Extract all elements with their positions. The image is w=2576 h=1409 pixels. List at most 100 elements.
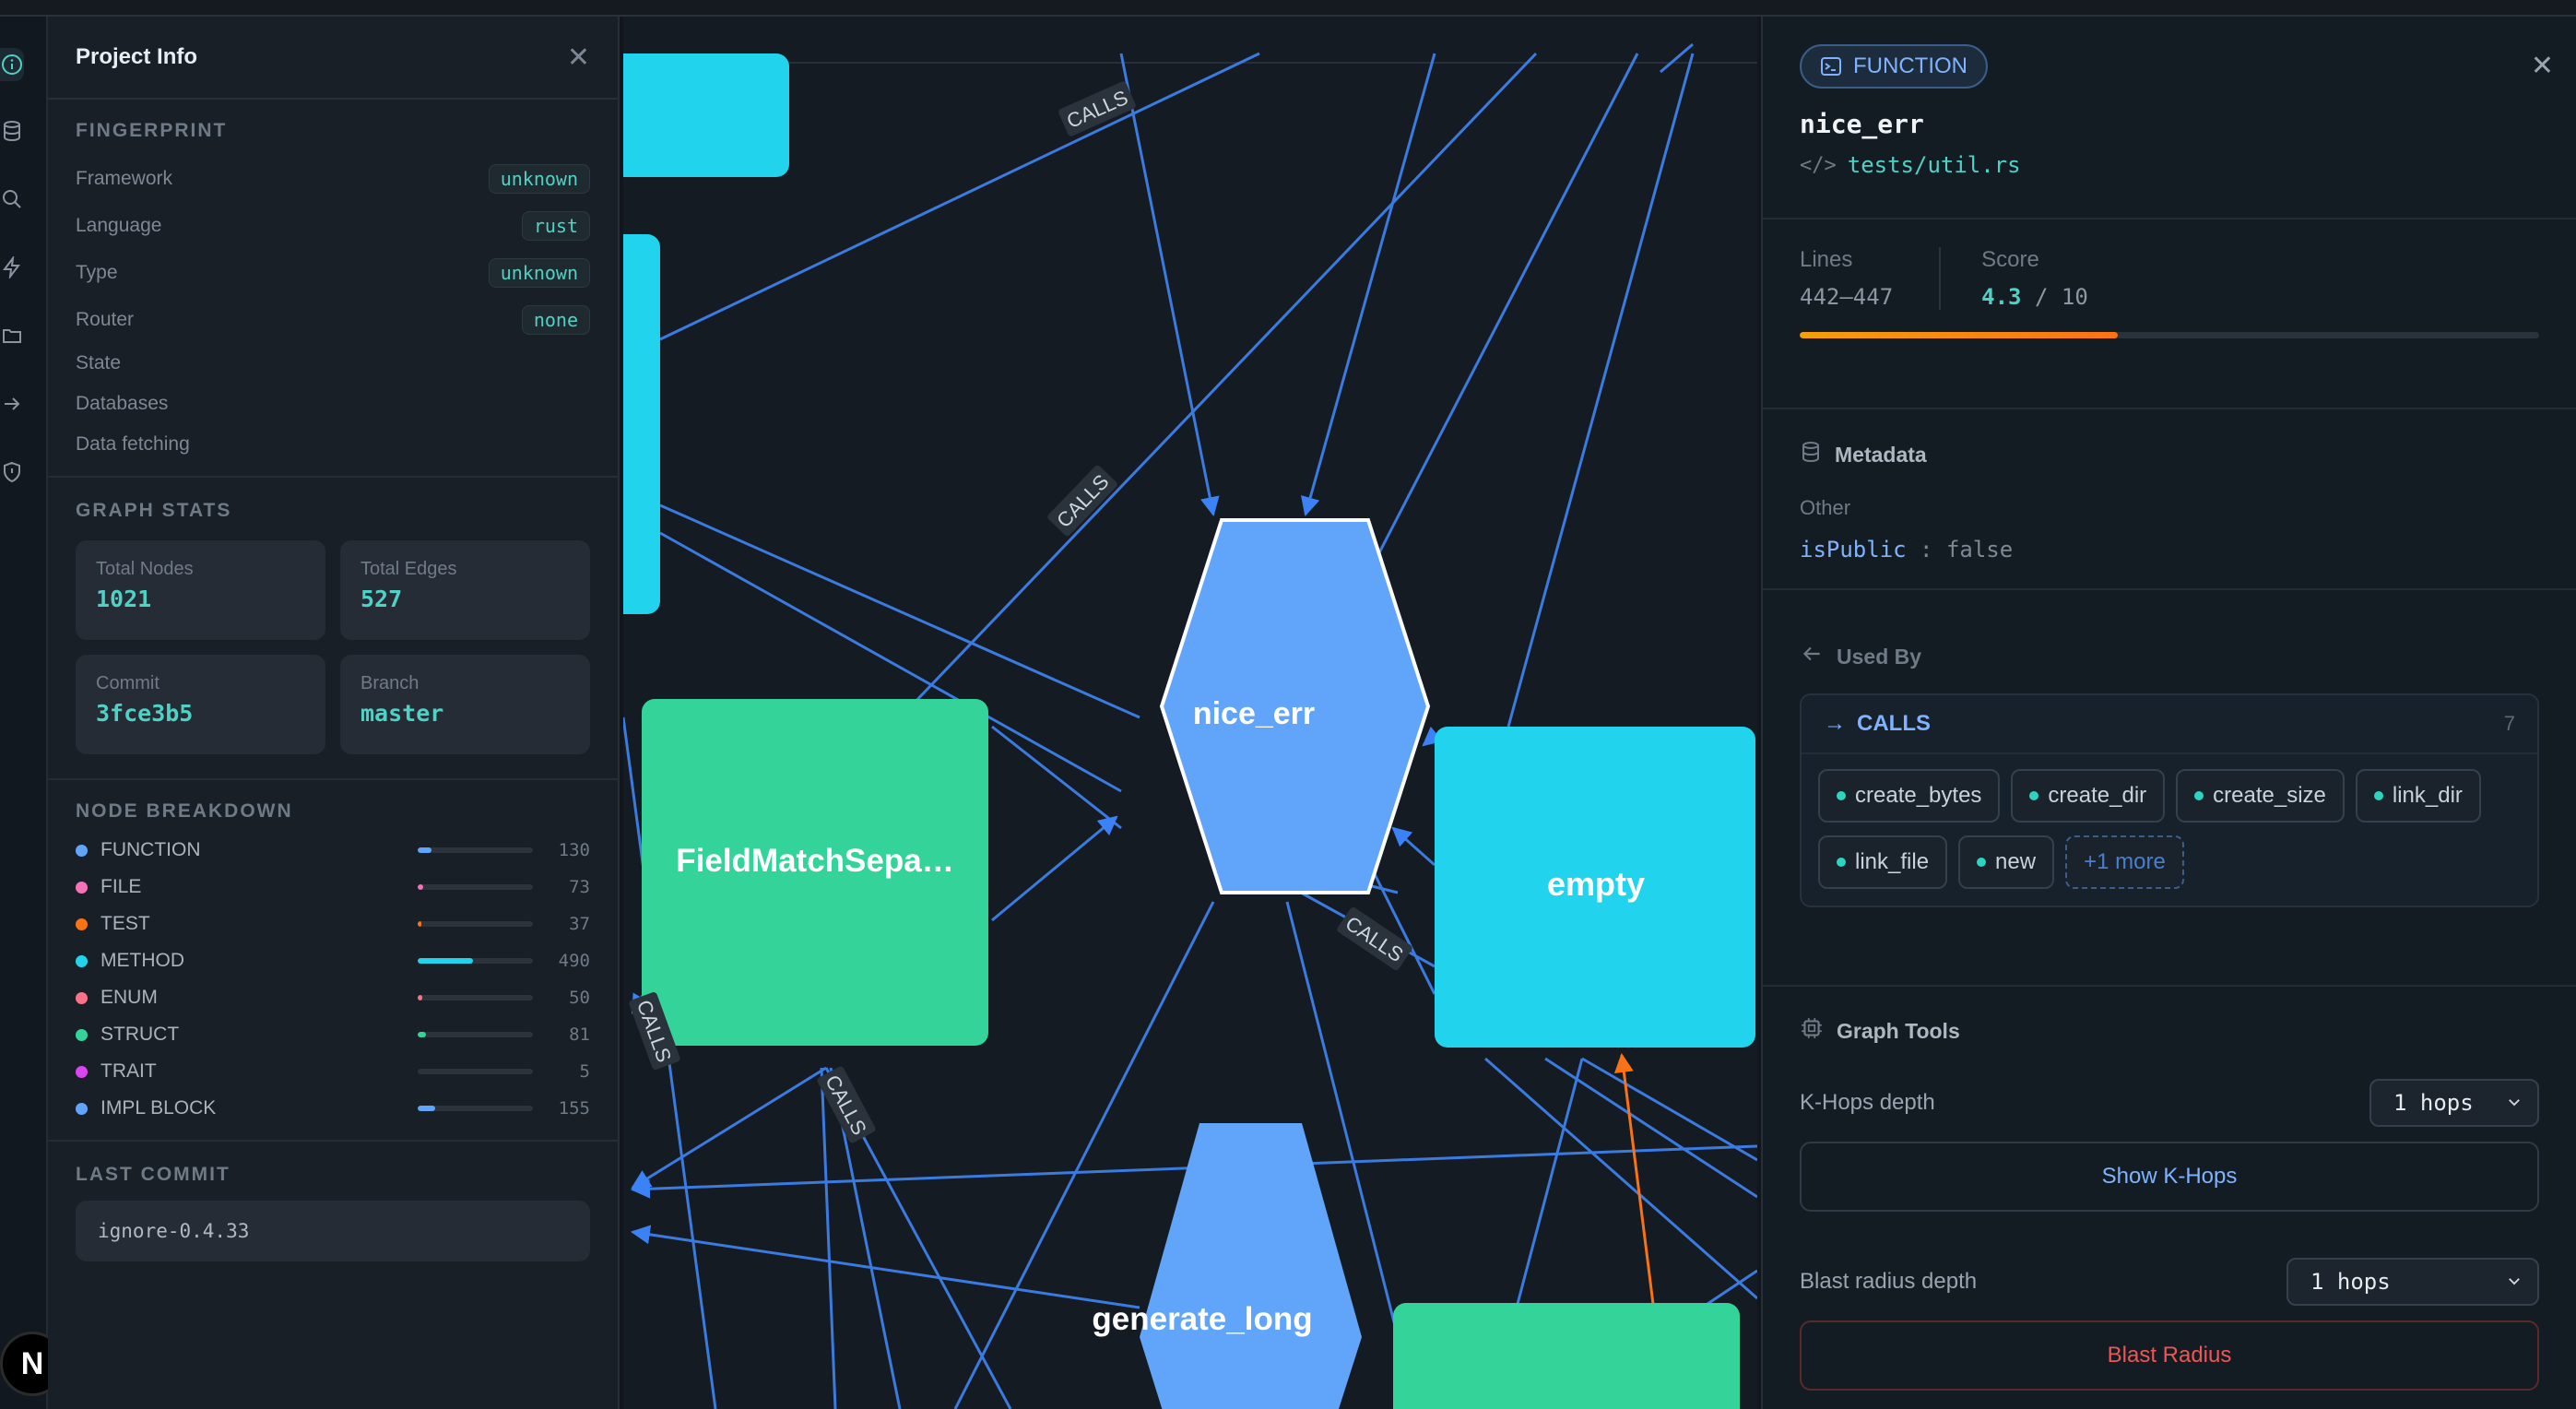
folder-icon[interactable] xyxy=(0,319,24,352)
caller-chip[interactable]: create_bytes xyxy=(1818,769,2001,823)
caller-chip[interactable]: link_file xyxy=(1818,835,1948,889)
graph-edge xyxy=(1581,1057,1757,1162)
breakdown-bar xyxy=(418,921,533,927)
breakdown-bar-fill xyxy=(418,958,473,964)
info-icon[interactable] xyxy=(0,48,24,81)
caller-chip[interactable]: create_dir xyxy=(2011,769,2166,823)
legend-dot xyxy=(76,918,88,930)
edge-label: CALLS xyxy=(1337,906,1412,971)
lightning-icon[interactable] xyxy=(0,251,24,284)
fingerprint-section: FINGERPRINT Framework unknown Language rust… xyxy=(48,100,618,478)
khops-value: 1 hops xyxy=(2393,1090,2474,1116)
graph-edge xyxy=(820,1067,837,1409)
meta-entry: isPublic : false xyxy=(1800,537,2539,562)
caller-chip[interactable]: link_dir xyxy=(2355,769,2481,823)
search-icon[interactable] xyxy=(0,183,24,216)
node-type-label: IMPL BLOCK xyxy=(100,1097,217,1119)
arrow-left-icon xyxy=(1800,642,1824,671)
stat-value: master xyxy=(360,700,444,727)
blast-radius-button[interactable]: Blast Radius xyxy=(1800,1320,2539,1391)
khops-select[interactable]: 1 hops xyxy=(2369,1079,2539,1127)
graph-edge xyxy=(1484,1057,1757,1300)
close-icon[interactable]: ✕ xyxy=(567,41,590,74)
chip-dot xyxy=(2029,791,2039,800)
highlighted-edge xyxy=(1613,1052,1658,1327)
used-by-section: Used By → CALLS 7 create_bytes create_dir c… xyxy=(1763,590,2576,987)
score-label: Score xyxy=(1981,247,2039,272)
graph-node-generate-long[interactable] xyxy=(1140,1123,1362,1409)
node-type-count: 155 xyxy=(558,1098,590,1119)
fingerprint-label: Framework xyxy=(76,167,173,189)
more-callers-chip[interactable]: +1 more xyxy=(2065,835,2184,889)
lines-value: 442–447 xyxy=(1800,284,1894,310)
breakdown-bar xyxy=(418,1106,533,1111)
node-breakdown-row: STRUCT 81 xyxy=(76,1016,590,1053)
breakdown-bar-fill xyxy=(418,995,422,1001)
blast-select[interactable]: 1 hops xyxy=(2286,1258,2539,1306)
fingerprint-label: Type xyxy=(76,261,118,283)
close-icon[interactable]: ✕ xyxy=(2531,50,2554,82)
node-label: generate_long xyxy=(1092,1301,1312,1337)
stat-value: 527 xyxy=(360,586,403,612)
node-type-count: 130 xyxy=(558,840,590,860)
node-breakdown-section: NODE BREAKDOWN FUNCTION 130 FILE 73 TEST 37 ME… xyxy=(48,780,618,1142)
fingerprint-value: unknown xyxy=(488,257,590,288)
node-breakdown-row: TRAIT 5 xyxy=(76,1053,590,1090)
show-khops-button[interactable]: Show K-Hops xyxy=(1800,1142,2539,1212)
node-path[interactable]: </> tests/util.rs xyxy=(1800,152,2539,178)
breakdown-bar xyxy=(418,1069,533,1074)
cpu-icon xyxy=(1800,1016,1824,1046)
caller-chip[interactable]: create_size xyxy=(2176,769,2345,823)
chip-label: create_size xyxy=(2213,783,2326,808)
project-info-panel: Project Info ✕ FINGERPRINT Framework unkn… xyxy=(48,17,620,1409)
share-icon[interactable] xyxy=(0,387,24,420)
node-type-badge: FUNCTION xyxy=(1800,44,1988,89)
legend-dot xyxy=(76,1102,88,1115)
fingerprint-label: Router xyxy=(76,308,135,330)
node-details-panel: FUNCTION ✕ nice_err </> tests/util.rs Li… xyxy=(1761,17,2576,1409)
chevron-down-icon xyxy=(2506,1090,2523,1116)
total-nodes-card: Total Nodes 1021 xyxy=(76,540,325,640)
legend-dot xyxy=(76,954,88,967)
chevron-down-icon xyxy=(2506,1269,2523,1295)
graph-canvas[interactable]: nice_err FieldMatchSepa… empty generate_… xyxy=(623,17,1757,1409)
node-breakdown-list: FUNCTION 130 FILE 73 TEST 37 METHOD 490 ENUM 50 ST… xyxy=(76,832,590,1127)
stats-grid: Total Nodes 1021 Total Edges 527 Commit … xyxy=(76,540,590,754)
calls-group-header[interactable]: → CALLS 7 xyxy=(1802,695,2537,754)
legend-dot xyxy=(76,991,88,1004)
legend-dot xyxy=(76,881,88,894)
node-type-count: 5 xyxy=(579,1061,590,1082)
blast-label: Blast radius depth xyxy=(1800,1269,1978,1294)
legend-dot xyxy=(76,1065,88,1078)
node-label: nice_err xyxy=(1193,696,1315,731)
database-icon[interactable] xyxy=(0,114,24,148)
shield-icon[interactable] xyxy=(0,456,24,489)
node-breakdown-row: ENUM 50 xyxy=(76,979,590,1016)
fingerprint-label: Data fetching xyxy=(76,433,190,455)
graph-node-partial[interactable] xyxy=(1393,1303,1740,1409)
fingerprint-row: Router none xyxy=(76,296,590,343)
fingerprint-label: Databases xyxy=(76,393,169,414)
legend-dot xyxy=(76,844,88,857)
node-label: FieldMatchSepa… xyxy=(676,843,953,879)
graph-node-partial[interactable] xyxy=(623,234,660,614)
node-type-label: STRUCT xyxy=(100,1024,180,1045)
calls-count: 7 xyxy=(2503,712,2515,735)
graph-edge xyxy=(1391,826,1436,867)
caller-chip[interactable]: new xyxy=(1958,835,2055,889)
node-type-count: 73 xyxy=(569,877,590,897)
node-breakdown-row: METHOD 490 xyxy=(76,942,590,979)
fingerprint-row: Framework unknown xyxy=(76,155,590,202)
stat-label: Branch xyxy=(360,673,419,693)
blast-value: 1 hops xyxy=(2310,1269,2391,1295)
node-type-count: 37 xyxy=(569,914,590,934)
tools-heading: Graph Tools xyxy=(1837,1018,1960,1043)
node-breakdown-row: TEST 37 xyxy=(76,906,590,942)
graph-svg[interactable]: nice_err FieldMatchSepa… empty generate_… xyxy=(623,17,1757,1409)
fingerprint-value: none xyxy=(521,304,590,335)
total-edges-card: Total Edges 527 xyxy=(340,540,590,640)
breakdown-bar xyxy=(418,958,533,964)
khops-label: K-Hops depth xyxy=(1800,1090,1935,1115)
node-breakdown-row: IMPL BLOCK 155 xyxy=(76,1090,590,1127)
graph-node-partial[interactable] xyxy=(623,53,789,177)
